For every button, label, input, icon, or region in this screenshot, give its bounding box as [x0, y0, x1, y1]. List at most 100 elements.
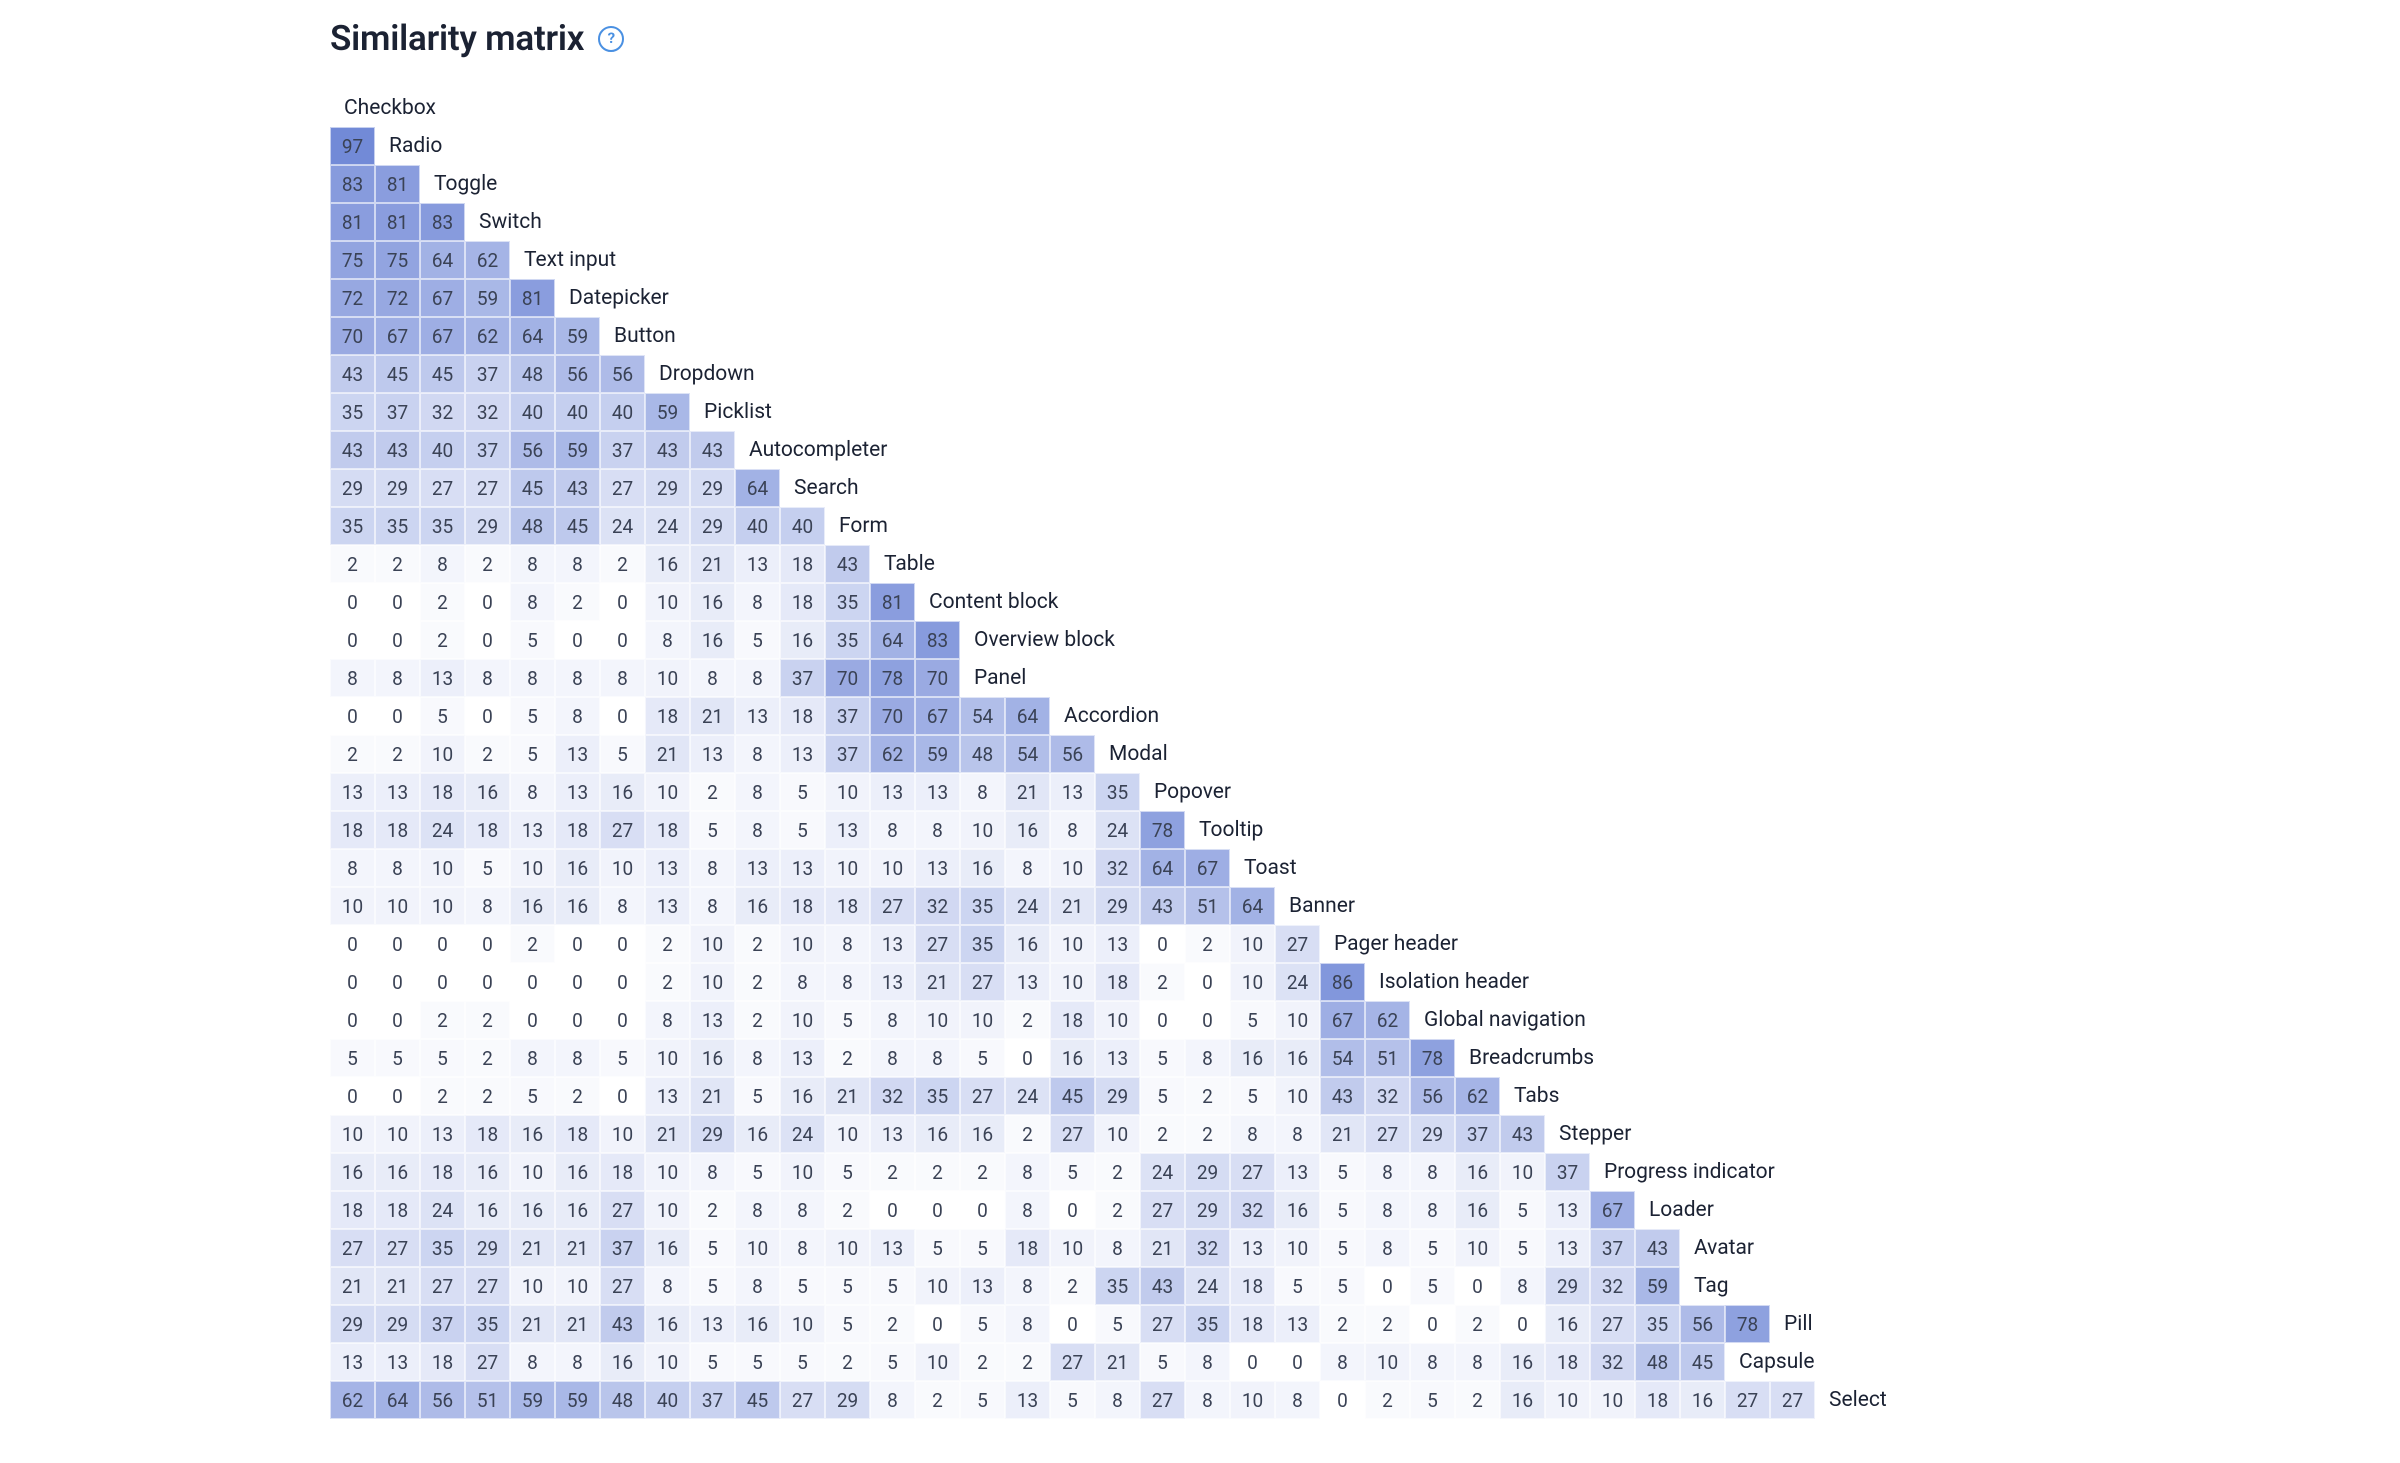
- matrix-cell[interactable]: 2: [870, 1305, 915, 1343]
- matrix-cell[interactable]: 8: [510, 659, 555, 697]
- matrix-cell[interactable]: 21: [1050, 887, 1095, 925]
- matrix-cell[interactable]: 13: [735, 849, 780, 887]
- matrix-cell[interactable]: 0: [1185, 1001, 1230, 1039]
- matrix-cell[interactable]: 45: [735, 1381, 780, 1419]
- matrix-cell[interactable]: 27: [1050, 1343, 1095, 1381]
- matrix-cell[interactable]: 5: [510, 697, 555, 735]
- matrix-cell[interactable]: 24: [645, 507, 690, 545]
- matrix-cell[interactable]: 5: [1230, 1001, 1275, 1039]
- matrix-cell[interactable]: 10: [960, 1001, 1005, 1039]
- matrix-cell[interactable]: 10: [780, 1001, 825, 1039]
- matrix-cell[interactable]: 35: [420, 1229, 465, 1267]
- matrix-cell[interactable]: 5: [1140, 1343, 1185, 1381]
- matrix-cell[interactable]: 45: [1050, 1077, 1095, 1115]
- matrix-cell[interactable]: 5: [870, 1267, 915, 1305]
- matrix-cell[interactable]: 2: [420, 621, 465, 659]
- matrix-cell[interactable]: 29: [1545, 1267, 1590, 1305]
- matrix-cell[interactable]: 27: [420, 469, 465, 507]
- matrix-cell[interactable]: 5: [1050, 1153, 1095, 1191]
- matrix-cell[interactable]: 45: [420, 355, 465, 393]
- matrix-cell[interactable]: 10: [645, 1039, 690, 1077]
- matrix-cell[interactable]: 2: [375, 545, 420, 583]
- matrix-cell[interactable]: 2: [375, 735, 420, 773]
- matrix-cell[interactable]: 45: [555, 507, 600, 545]
- matrix-cell[interactable]: 37: [825, 697, 870, 735]
- matrix-cell[interactable]: 10: [780, 1153, 825, 1191]
- matrix-cell[interactable]: 2: [420, 1077, 465, 1115]
- matrix-cell[interactable]: 81: [870, 583, 915, 621]
- matrix-cell[interactable]: 5: [465, 849, 510, 887]
- matrix-cell[interactable]: 0: [600, 697, 645, 735]
- matrix-cell[interactable]: 18: [465, 811, 510, 849]
- matrix-cell[interactable]: 27: [960, 1077, 1005, 1115]
- matrix-cell[interactable]: 2: [1005, 1001, 1050, 1039]
- matrix-cell[interactable]: 10: [1455, 1229, 1500, 1267]
- matrix-cell[interactable]: 10: [375, 887, 420, 925]
- matrix-cell[interactable]: 13: [1230, 1229, 1275, 1267]
- matrix-cell[interactable]: 40: [510, 393, 555, 431]
- matrix-cell[interactable]: 67: [420, 317, 465, 355]
- matrix-cell[interactable]: 13: [375, 773, 420, 811]
- matrix-cell[interactable]: 0: [510, 1001, 555, 1039]
- matrix-cell[interactable]: 8: [690, 659, 735, 697]
- matrix-cell[interactable]: 0: [330, 697, 375, 735]
- matrix-cell[interactable]: 64: [375, 1381, 420, 1419]
- matrix-cell[interactable]: 2: [465, 1077, 510, 1115]
- matrix-cell[interactable]: 13: [960, 1267, 1005, 1305]
- matrix-cell[interactable]: 0: [1140, 925, 1185, 963]
- matrix-cell[interactable]: 59: [645, 393, 690, 431]
- matrix-cell[interactable]: 27: [1140, 1191, 1185, 1229]
- matrix-cell[interactable]: 16: [600, 1343, 645, 1381]
- matrix-cell[interactable]: 8: [1275, 1381, 1320, 1419]
- matrix-cell[interactable]: 10: [1050, 925, 1095, 963]
- matrix-cell[interactable]: 18: [420, 1153, 465, 1191]
- matrix-cell[interactable]: 2: [735, 963, 780, 1001]
- matrix-cell[interactable]: 40: [645, 1381, 690, 1419]
- matrix-cell[interactable]: 8: [870, 1039, 915, 1077]
- matrix-cell[interactable]: 18: [1230, 1305, 1275, 1343]
- matrix-cell[interactable]: 16: [1275, 1039, 1320, 1077]
- matrix-cell[interactable]: 29: [330, 469, 375, 507]
- matrix-cell[interactable]: 5: [1050, 1381, 1095, 1419]
- matrix-cell[interactable]: 5: [960, 1305, 1005, 1343]
- matrix-cell[interactable]: 2: [1185, 1077, 1230, 1115]
- matrix-cell[interactable]: 54: [1005, 735, 1050, 773]
- matrix-cell[interactable]: 10: [915, 1001, 960, 1039]
- matrix-cell[interactable]: 8: [735, 773, 780, 811]
- matrix-cell[interactable]: 10: [825, 1229, 870, 1267]
- matrix-cell[interactable]: 43: [555, 469, 600, 507]
- matrix-cell[interactable]: 5: [375, 1039, 420, 1077]
- matrix-cell[interactable]: 27: [1140, 1305, 1185, 1343]
- matrix-cell[interactable]: 18: [600, 1153, 645, 1191]
- matrix-cell[interactable]: 10: [330, 1115, 375, 1153]
- matrix-cell[interactable]: 16: [1275, 1191, 1320, 1229]
- matrix-cell[interactable]: 0: [330, 621, 375, 659]
- matrix-cell[interactable]: 8: [645, 1267, 690, 1305]
- matrix-cell[interactable]: 62: [1365, 1001, 1410, 1039]
- matrix-cell[interactable]: 13: [1275, 1153, 1320, 1191]
- matrix-cell[interactable]: 8: [330, 659, 375, 697]
- matrix-cell[interactable]: 0: [375, 1077, 420, 1115]
- matrix-cell[interactable]: 21: [555, 1229, 600, 1267]
- matrix-cell[interactable]: 51: [1185, 887, 1230, 925]
- matrix-cell[interactable]: 27: [1230, 1153, 1275, 1191]
- matrix-cell[interactable]: 24: [600, 507, 645, 545]
- matrix-cell[interactable]: 8: [420, 545, 465, 583]
- matrix-cell[interactable]: 24: [1005, 887, 1050, 925]
- matrix-cell[interactable]: 32: [1185, 1229, 1230, 1267]
- matrix-cell[interactable]: 16: [510, 887, 555, 925]
- matrix-cell[interactable]: 10: [870, 849, 915, 887]
- matrix-cell[interactable]: 54: [960, 697, 1005, 735]
- matrix-cell[interactable]: 13: [330, 1343, 375, 1381]
- matrix-cell[interactable]: 5: [825, 1305, 870, 1343]
- matrix-cell[interactable]: 35: [330, 507, 375, 545]
- matrix-cell[interactable]: 0: [1050, 1191, 1095, 1229]
- matrix-cell[interactable]: 5: [510, 621, 555, 659]
- matrix-cell[interactable]: 35: [1095, 773, 1140, 811]
- matrix-cell[interactable]: 13: [735, 697, 780, 735]
- matrix-cell[interactable]: 8: [1005, 1191, 1050, 1229]
- matrix-cell[interactable]: 8: [555, 697, 600, 735]
- matrix-cell[interactable]: 35: [330, 393, 375, 431]
- matrix-cell[interactable]: 13: [780, 735, 825, 773]
- matrix-cell[interactable]: 0: [915, 1305, 960, 1343]
